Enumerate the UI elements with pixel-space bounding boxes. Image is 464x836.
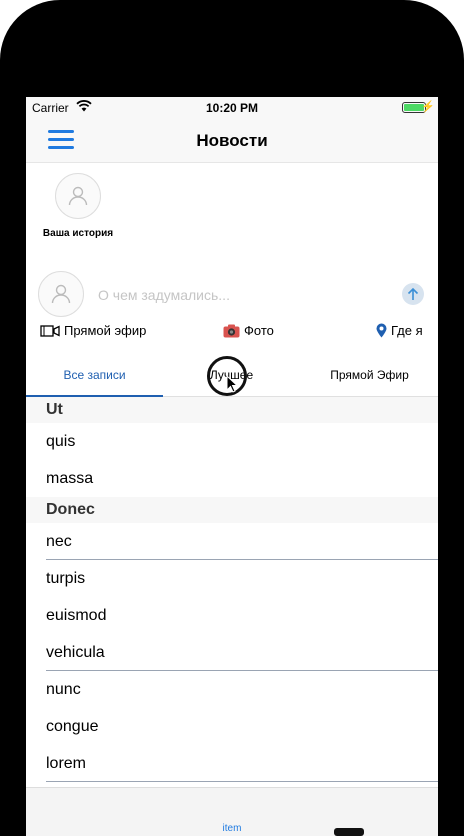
- charging-icon: ⚡: [421, 101, 435, 113]
- location-pin-icon: [376, 323, 387, 338]
- navigation-bar: Новости: [26, 119, 438, 163]
- tab-bar-item[interactable]: item: [26, 823, 438, 834]
- bottom-tab-bar: item: [26, 787, 438, 836]
- list-item[interactable]: massa: [26, 460, 438, 497]
- mouse-cursor-icon: [226, 375, 238, 393]
- feed-list: Ut quis massa Donec nec turpis euismod v…: [26, 397, 438, 787]
- send-button[interactable]: [402, 283, 424, 305]
- location-button[interactable]: Где я: [376, 323, 423, 338]
- list-item[interactable]: nec: [26, 523, 438, 560]
- photo-label: Фото: [244, 323, 274, 338]
- section-header: Donec: [26, 497, 438, 523]
- live-button[interactable]: Прямой эфир: [40, 323, 146, 338]
- composer-input[interactable]: О чем задумались...: [98, 287, 230, 303]
- list-item[interactable]: euismod: [26, 597, 438, 634]
- list-item[interactable]: quis: [26, 423, 438, 460]
- tab-all-posts[interactable]: Все записи: [26, 359, 163, 397]
- device-frame: Carrier 10:20 PM ⚡ Новости Ваша история: [0, 0, 464, 836]
- user-icon: [51, 284, 71, 304]
- camera-icon: [223, 324, 240, 337]
- list-item[interactable]: lorem: [26, 745, 438, 782]
- post-composer: О чем задумались...: [26, 271, 438, 317]
- home-indicator: [334, 828, 364, 836]
- avatar: [55, 173, 101, 219]
- clock: 10:20 PM: [205, 101, 259, 115]
- location-label: Где я: [391, 323, 423, 338]
- app-screen: Carrier 10:20 PM ⚡ Новости Ваша история: [26, 97, 438, 836]
- stories-strip: Ваша история: [26, 163, 438, 253]
- story-item-your-story[interactable]: Ваша история: [34, 173, 122, 239]
- list-item[interactable]: vehicula: [26, 634, 438, 671]
- story-label: Ваша история: [42, 228, 114, 239]
- status-bar: Carrier 10:20 PM ⚡: [26, 97, 438, 119]
- composer-actions: Прямой эфир Фото Где я: [26, 321, 438, 343]
- list-item[interactable]: turpis: [26, 560, 438, 597]
- arrow-up-icon: [407, 287, 419, 300]
- page-title: Новости: [196, 131, 268, 150]
- photo-button[interactable]: Фото: [223, 323, 274, 338]
- avatar: [38, 271, 84, 317]
- section-header: Ut: [26, 397, 438, 423]
- video-camera-icon: [40, 324, 60, 337]
- list-item[interactable]: congue: [26, 708, 438, 745]
- tab-live[interactable]: Прямой Эфир: [301, 359, 438, 397]
- list-item[interactable]: nunc: [26, 671, 438, 708]
- live-label: Прямой эфир: [64, 323, 147, 338]
- user-icon: [68, 186, 88, 206]
